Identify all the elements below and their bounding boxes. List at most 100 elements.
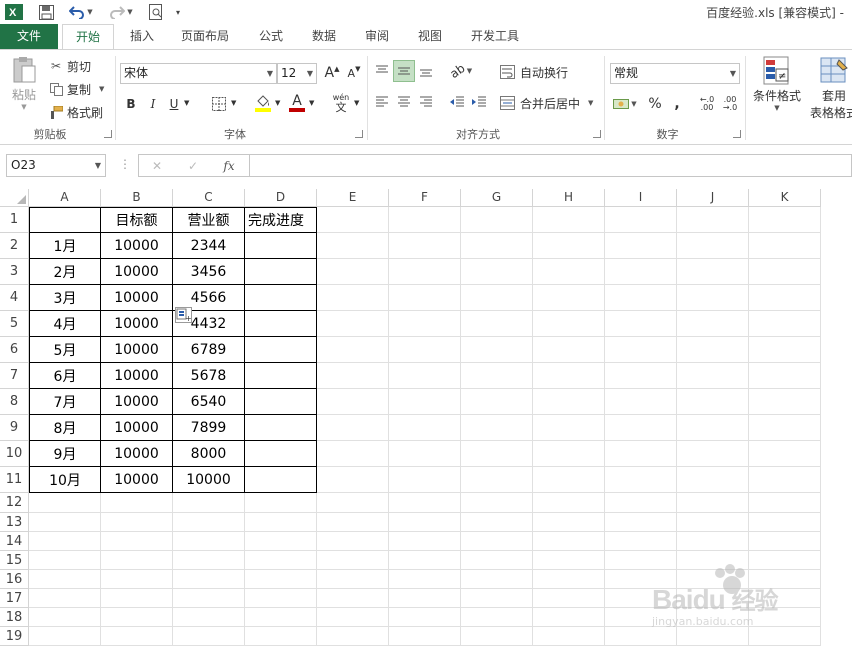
grid-cell[interactable] (605, 441, 677, 467)
grid-cell[interactable] (605, 467, 677, 493)
grid-cell[interactable] (677, 532, 749, 551)
format-painter-button[interactable]: 格式刷 (48, 103, 103, 121)
table-cell[interactable]: 10000 (173, 467, 245, 493)
font-name-select[interactable]: 宋体 ▼ (120, 63, 277, 84)
column-header-k[interactable]: K (749, 189, 821, 207)
table-cell[interactable]: 5678 (173, 363, 245, 389)
grid-cell[interactable] (29, 589, 101, 608)
column-header-b[interactable]: B (101, 189, 173, 207)
grid-cell[interactable] (173, 551, 245, 570)
grid-cell[interactable] (533, 389, 605, 415)
table-header-cell[interactable] (29, 207, 101, 233)
underline-dropdown[interactable]: ▼ (184, 99, 189, 107)
grid-cell[interactable] (29, 493, 101, 513)
grid-cell[interactable] (533, 337, 605, 363)
table-cell[interactable] (245, 415, 317, 441)
row-header-19[interactable]: 19 (0, 627, 29, 646)
font-size-select[interactable]: 12 ▼ (277, 63, 317, 84)
table-cell[interactable]: 10000 (101, 233, 173, 259)
select-all-button[interactable] (0, 189, 29, 207)
row-header-5[interactable]: 5 (0, 311, 29, 337)
grid-cell[interactable] (749, 467, 821, 493)
grid-cell[interactable] (317, 589, 389, 608)
table-header-cell[interactable] (677, 207, 749, 233)
grid-cell[interactable] (101, 627, 173, 646)
row-header-9[interactable]: 9 (0, 415, 29, 441)
grid-cell[interactable] (461, 493, 533, 513)
table-header-cell[interactable]: 营业额 (173, 207, 245, 233)
grid-cell[interactable] (461, 233, 533, 259)
grid-cell[interactable] (461, 513, 533, 532)
grid-cell[interactable] (461, 627, 533, 646)
grid-cell[interactable] (245, 608, 317, 627)
tab-view[interactable]: 视图 (411, 24, 449, 49)
grid-cell[interactable] (605, 233, 677, 259)
column-header-c[interactable]: C (173, 189, 245, 207)
table-header-cell[interactable] (461, 207, 533, 233)
grid-cell[interactable] (677, 389, 749, 415)
row-header-4[interactable]: 4 (0, 285, 29, 311)
table-cell[interactable] (245, 233, 317, 259)
grid-cell[interactable] (749, 513, 821, 532)
grid-cell[interactable] (389, 441, 461, 467)
cut-button[interactable]: ✂ 剪切 (48, 57, 91, 75)
table-cell[interactable]: 6540 (173, 389, 245, 415)
grid-cell[interactable] (29, 608, 101, 627)
column-header-a[interactable]: A (29, 189, 101, 207)
grid-cell[interactable] (461, 259, 533, 285)
table-cell[interactable]: 4月 (29, 311, 101, 337)
grid-cell[interactable] (317, 415, 389, 441)
underline-button[interactable]: U (164, 93, 184, 115)
grid-cell[interactable] (461, 337, 533, 363)
phonetic-dropdown[interactable]: ▼ (354, 99, 359, 107)
grid-cell[interactable] (461, 467, 533, 493)
copy-button[interactable]: 复制 ▼ (48, 80, 104, 98)
grid-cell[interactable] (29, 551, 101, 570)
grid-cell[interactable] (749, 285, 821, 311)
row-header-12[interactable]: 12 (0, 493, 29, 513)
table-cell[interactable]: 6月 (29, 363, 101, 389)
row-header-15[interactable]: 15 (0, 551, 29, 570)
grid-cell[interactable] (677, 233, 749, 259)
redo-icon[interactable]: ▼ (106, 3, 136, 21)
grid-cell[interactable] (533, 589, 605, 608)
grid-cell[interactable] (461, 311, 533, 337)
grid-cell[interactable] (101, 532, 173, 551)
bold-button[interactable]: B (120, 93, 142, 115)
borders-button[interactable] (208, 93, 230, 115)
phonetic-button[interactable]: wén 文 (330, 92, 352, 114)
grid-cell[interactable] (389, 589, 461, 608)
table-cell[interactable]: 6789 (173, 337, 245, 363)
grid-cell[interactable] (533, 441, 605, 467)
grid-cell[interactable] (677, 285, 749, 311)
align-middle-button[interactable] (393, 60, 415, 82)
grid-cell[interactable] (173, 493, 245, 513)
shrink-font-button[interactable]: A ▼ (343, 62, 365, 84)
grid-cell[interactable] (317, 233, 389, 259)
table-cell[interactable]: 7899 (173, 415, 245, 441)
tab-insert[interactable]: 插入 (124, 24, 160, 49)
grid-cell[interactable] (173, 608, 245, 627)
grid-cell[interactable] (389, 363, 461, 389)
formula-input[interactable] (250, 154, 852, 177)
grid-cell[interactable] (317, 285, 389, 311)
grid-cell[interactable] (533, 415, 605, 441)
enter-button[interactable]: ✓ (175, 159, 211, 173)
grid-cell[interactable] (317, 493, 389, 513)
grid-cell[interactable] (29, 513, 101, 532)
table-cell[interactable] (245, 389, 317, 415)
table-cell[interactable]: 1月 (29, 233, 101, 259)
table-cell[interactable] (245, 363, 317, 389)
table-header-cell[interactable]: 目标额 (101, 207, 173, 233)
grid-cell[interactable] (317, 608, 389, 627)
save-icon[interactable] (36, 3, 56, 21)
decrease-decimal-button[interactable]: .00 →.0 (719, 93, 741, 115)
grid-cell[interactable] (605, 389, 677, 415)
table-cell[interactable]: 8000 (173, 441, 245, 467)
grid-cell[interactable] (389, 467, 461, 493)
row-header-3[interactable]: 3 (0, 259, 29, 285)
grid-cell[interactable] (605, 363, 677, 389)
grid-cell[interactable] (389, 551, 461, 570)
italic-button[interactable]: I (142, 93, 164, 115)
grid-cell[interactable] (101, 551, 173, 570)
